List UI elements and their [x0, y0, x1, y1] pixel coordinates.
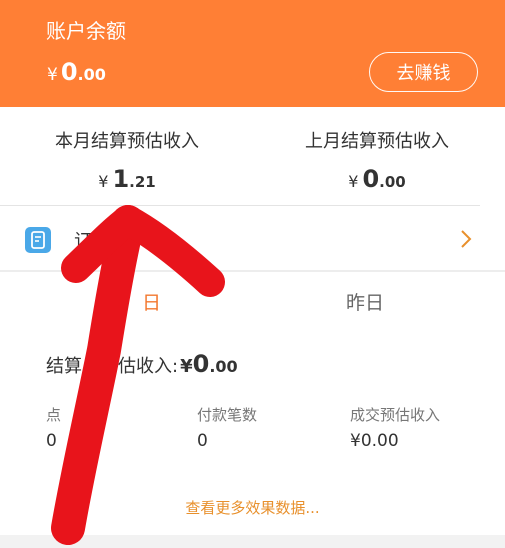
settlement-label-tail: 估收入:	[118, 356, 179, 377]
settlement-integer: 0	[192, 350, 210, 378]
chevron-right-icon[interactable]	[459, 226, 473, 252]
last-month-stat: 上月结算预估收入 ¥ 0 .00	[252, 127, 502, 193]
metric-value: 0	[46, 431, 57, 451]
metric-deal-income: 成交预估收入 ¥0.00	[350, 404, 440, 451]
metric-value: ¥0.00	[350, 431, 399, 451]
balance-integer: 0	[60, 58, 78, 86]
last-month-integer: 0	[362, 165, 380, 193]
settlement-currency: ¥	[180, 356, 193, 377]
balance-title: 账户余额	[46, 19, 126, 43]
metric-label: 付款笔数	[197, 406, 258, 424]
metric-clicks: 点 0	[46, 404, 61, 451]
balance-currency: ¥	[47, 65, 58, 85]
settlement-label: 结算	[46, 356, 82, 377]
monthly-stats: 本月结算预估收入 ¥ 1 .21 上月结算预估收入 ¥ 0 .00	[0, 107, 505, 205]
order-document-icon	[25, 227, 51, 253]
metric-label: 成交预估收入	[350, 406, 441, 424]
this-month-integer: 1	[112, 165, 130, 193]
bottom-band	[0, 535, 505, 548]
more-data-link[interactable]: 查看更多效果数据...	[0, 497, 505, 518]
balance-decimal: .00	[77, 65, 106, 84]
earn-money-button[interactable]: 去赚钱	[369, 52, 478, 92]
last-month-currency: ¥	[348, 172, 359, 191]
this-month-currency: ¥	[98, 172, 109, 191]
this-month-stat: 本月结算预估收入 ¥ 1 .21	[2, 127, 252, 193]
metric-label: 点	[46, 406, 62, 424]
metric-payment-count: 付款笔数 0	[197, 404, 257, 451]
account-balance-header: 账户余额 ¥ 0 .00 去赚钱	[0, 0, 505, 107]
this-month-label: 本月结算预估收入	[55, 131, 199, 152]
this-month-decimal: .21	[129, 173, 156, 191]
last-month-decimal: .00	[379, 173, 406, 191]
tab-today[interactable]: 日	[142, 288, 161, 315]
balance-amount: ¥ 0 .00	[47, 58, 106, 86]
this-month-value: ¥ 1 .21	[2, 165, 252, 193]
last-month-label: 上月结算预估收入	[305, 131, 449, 152]
metric-value: 0	[197, 431, 208, 451]
settlement-decimal: .00	[209, 357, 238, 376]
settlement-estimate: 结算 估收入: ¥ 0 .00	[46, 350, 238, 378]
tab-yesterday[interactable]: 昨日	[346, 288, 384, 315]
last-month-value: ¥ 0 .00	[252, 165, 502, 193]
orders-label: 订	[74, 231, 92, 252]
section-separator	[0, 270, 505, 272]
